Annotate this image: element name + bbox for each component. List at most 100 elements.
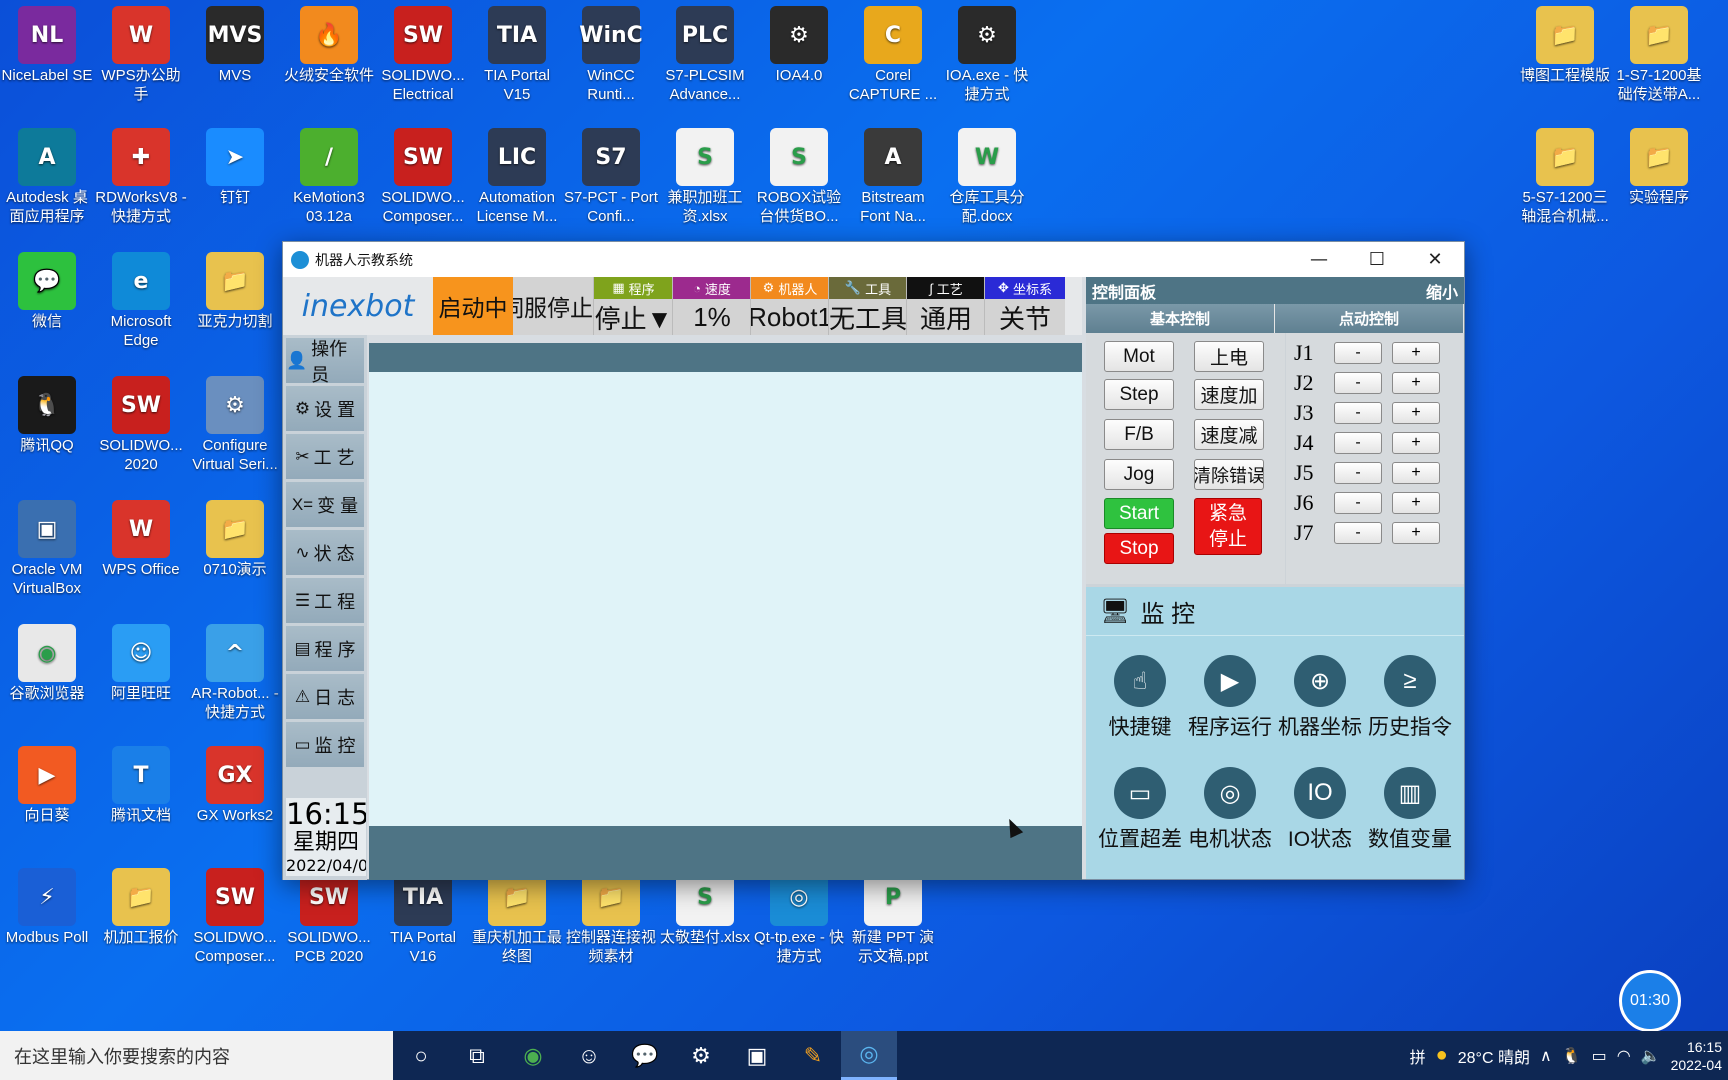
mot-button[interactable]: Mot <box>1104 341 1174 372</box>
app-taskbar-icon-1[interactable]: ☺ <box>561 1031 617 1080</box>
sidebar-item[interactable]: ▤ 程 序 <box>286 626 364 671</box>
robot-taskbar-icon[interactable]: ⚙ <box>673 1031 729 1080</box>
desktop-icon[interactable]: NL NiceLabel SE <box>0 6 94 85</box>
desktop-icon[interactable]: ▣ Oracle VM VirtualBox <box>0 500 94 598</box>
desktop-icon[interactable]: S7 S7-PCT - Port Confi... <box>564 128 658 226</box>
desktop-icon[interactable]: W 仓库工具分配.docx <box>940 128 1034 226</box>
desktop-icon[interactable]: 💬 微信 <box>0 252 94 331</box>
monitor-item[interactable]: ▶ 程序运行 <box>1185 655 1275 741</box>
desktop-icon[interactable]: SW SOLIDWO... PCB 2020 <box>282 868 376 966</box>
joint-plus-button[interactable]: + <box>1392 372 1440 394</box>
status-segment[interactable]: ✥ 坐标系 关节 <box>984 277 1065 335</box>
desktop-icon[interactable]: 📁 重庆机加工最终图 <box>470 868 564 966</box>
speed-up-button[interactable]: 速度加 <box>1194 379 1264 410</box>
maximize-button[interactable]: ☐ <box>1348 249 1406 270</box>
joint-plus-button[interactable]: + <box>1392 402 1440 424</box>
joint-minus-button[interactable]: - <box>1334 372 1382 394</box>
emergency-stop-button[interactable]: 紧急停止 <box>1194 498 1262 555</box>
joint-minus-button[interactable]: - <box>1334 402 1382 424</box>
desktop-icon[interactable]: ➤ 钉钉 <box>188 128 282 207</box>
joint-minus-button[interactable]: - <box>1334 432 1382 454</box>
sidebar-item[interactable]: ⚙ 设 置 <box>286 386 364 431</box>
stop-button[interactable]: Stop <box>1104 533 1174 564</box>
status-segment[interactable]: ◔ 速度 1% <box>672 277 751 335</box>
desktop-icon[interactable]: 📁 5-S7-1200三轴混合机械... <box>1518 128 1612 226</box>
desktop-icon[interactable]: 📁 亚克力切割 <box>188 252 282 331</box>
monitor-item[interactable]: ◎ 电机状态 <box>1185 767 1275 853</box>
desktop-icon[interactable]: P 新建 PPT 演示文稿.ppt <box>846 868 940 966</box>
desktop-icon[interactable]: SW SOLIDWO... Composer... <box>376 128 470 226</box>
desktop-icon[interactable]: 🐧 腾讯QQ <box>0 376 94 455</box>
desktop-icon[interactable]: GX GX Works2 <box>188 746 282 825</box>
desktop-icon[interactable]: W WPS办公助手 <box>94 6 188 104</box>
desktop-icon[interactable]: A Bitstream Font Na... <box>846 128 940 226</box>
desktop-icon[interactable]: ⚙ Configure Virtual Seri... <box>188 376 282 474</box>
ime-indicator[interactable]: 拼 <box>1410 1044 1426 1068</box>
chevron-up-icon[interactable]: ∧ <box>1540 1046 1552 1066</box>
desktop-icon[interactable]: WinC WinCC Runti... <box>564 6 658 104</box>
joint-plus-button[interactable]: + <box>1392 432 1440 454</box>
joint-minus-button[interactable]: - <box>1334 522 1382 544</box>
speed-down-button[interactable]: 速度减 <box>1194 419 1264 450</box>
fb-button[interactable]: F/B <box>1104 419 1174 450</box>
desktop-icon[interactable]: ⚙ IOA4.0 <box>752 6 846 85</box>
desktop-icon[interactable]: MVS MVS <box>188 6 282 85</box>
taskbar-search-input[interactable]: 在这里输入你要搜索的内容 <box>0 1031 393 1080</box>
virtualbox-taskbar-icon[interactable]: ▣ <box>729 1031 785 1080</box>
sidebar-item[interactable]: X= 变 量 <box>286 482 364 527</box>
joint-plus-button[interactable]: + <box>1392 462 1440 484</box>
desktop-icon[interactable]: SW SOLIDWO... Electrical <box>376 6 470 104</box>
monitor-item[interactable]: IO IO状态 <box>1275 767 1365 853</box>
desktop-icon[interactable]: A Autodesk 桌面应用程序 <box>0 128 94 226</box>
desktop-icon[interactable]: SW SOLIDWO... 2020 <box>94 376 188 474</box>
desktop-icon[interactable]: ^ AR-Robot... - 快捷方式 <box>188 624 282 722</box>
desktop-icon[interactable]: PLC S7-PLCSIM Advance... <box>658 6 752 104</box>
recording-timer[interactable]: 01:30 <box>1619 970 1681 1032</box>
desktop-icon[interactable]: S ROBOX试验台供货BO... <box>752 128 846 226</box>
monitor-item[interactable]: ▥ 数值变量 <box>1365 767 1455 853</box>
desktop-icon[interactable]: ✚ RDWorksV8 - 快捷方式 <box>94 128 188 226</box>
joint-minus-button[interactable]: - <box>1334 492 1382 514</box>
joint-plus-button[interactable]: + <box>1392 522 1440 544</box>
desktop-icon[interactable]: LIC Automation License M... <box>470 128 564 226</box>
monitor-item[interactable]: ⊕ 机器坐标 <box>1275 655 1365 741</box>
status-segment[interactable]: ∫ 工艺 通用 <box>906 277 985 335</box>
desktop-icon[interactable]: 📁 博图工程模版 <box>1518 6 1612 85</box>
minimize-button[interactable]: — <box>1290 249 1348 270</box>
taskbar-clock[interactable]: 16:15 2022-04 <box>1671 1038 1722 1074</box>
qq-tray-icon[interactable]: 🐧 <box>1562 1046 1582 1066</box>
desktop-icon[interactable]: C Corel CAPTURE ... <box>846 6 940 104</box>
volume-icon[interactable]: 🔈 <box>1641 1046 1661 1066</box>
desktop-icon[interactable]: ⚙ IOA.exe - 快捷方式 <box>940 6 1034 104</box>
desktop-icon[interactable]: 📁 0710演示 <box>188 500 282 579</box>
desktop-icon[interactable]: ◎ Qt-tp.exe - 快捷方式 <box>752 868 846 966</box>
clear-error-button[interactable]: 清除错误 <box>1194 459 1264 490</box>
desktop-icon[interactable]: T 腾讯文档 <box>94 746 188 825</box>
desktop-icon[interactable]: 📁 机加工报价 <box>94 868 188 947</box>
collapse-button[interactable]: 缩小 <box>1426 279 1458 303</box>
desktop-icon[interactable]: SW SOLIDWO... Composer... <box>188 868 282 966</box>
monitor-item[interactable]: ▭ 位置超差 <box>1095 767 1185 853</box>
desktop-icon[interactable]: S 兼职加班工资.xlsx <box>658 128 752 226</box>
network-icon[interactable]: ◠ <box>1617 1046 1631 1066</box>
desktop-icon[interactable]: 📁 实验程序 <box>1612 128 1706 207</box>
sidebar-item[interactable]: ⚠ 日 志 <box>286 674 364 719</box>
battery-icon[interactable]: ▭ <box>1592 1046 1607 1066</box>
sidebar-item[interactable]: ∿ 状 态 <box>286 530 364 575</box>
monitor-item[interactable]: ≥ 历史指令 <box>1365 655 1455 741</box>
power-on-button[interactable]: 上电 <box>1194 341 1264 372</box>
window-titlebar[interactable]: 机器人示教系统 — ☐ ✕ <box>283 242 1464 277</box>
desktop-icon[interactable]: TIA TIA Portal V15 <box>470 6 564 104</box>
desktop-icon[interactable]: ⚡ Modbus Poll <box>0 868 94 947</box>
desktop-icon[interactable]: ◉ 谷歌浏览器 <box>0 624 94 703</box>
browser-taskbar-icon[interactable]: ◉ <box>505 1031 561 1080</box>
desktop-icon[interactable]: / KeMotion3 03.12a <box>282 128 376 226</box>
desktop-icon[interactable]: W WPS Office <box>94 500 188 579</box>
jog-button[interactable]: Jog <box>1104 459 1174 490</box>
desktop-icon[interactable]: TIA TIA Portal V16 <box>376 868 470 966</box>
joint-minus-button[interactable]: - <box>1334 342 1382 364</box>
joint-minus-button[interactable]: - <box>1334 462 1382 484</box>
start-button[interactable]: Start <box>1104 498 1174 529</box>
step-button[interactable]: Step <box>1104 379 1174 410</box>
task-view-icon[interactable]: ⧉ <box>449 1031 505 1080</box>
